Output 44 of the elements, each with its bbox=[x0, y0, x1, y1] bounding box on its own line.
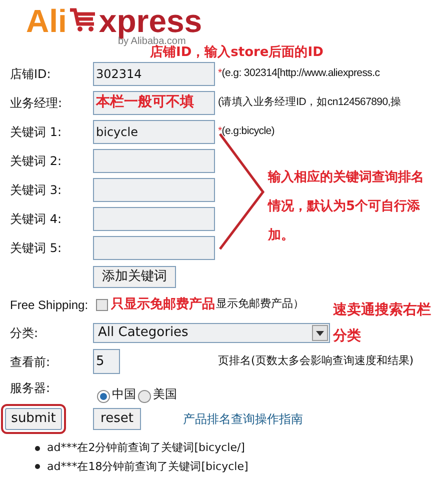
text-field[interactable] bbox=[93, 206, 215, 230]
annotation-text: 速卖通搜索右栏分类 bbox=[333, 301, 432, 346]
field-label: Free Shipping: bbox=[9, 296, 90, 314]
recent-query: ad***在18分钟前查询了关键词[bicycle] bbox=[47, 458, 248, 474]
field-label: 分类: bbox=[9, 324, 40, 342]
checkbox-label: 显示免邮费产品） bbox=[216, 296, 304, 312]
text-field[interactable]: 302314 bbox=[93, 62, 215, 86]
field-label: 关键词 4: bbox=[9, 210, 62, 228]
required-mark: * bbox=[218, 124, 222, 139]
annotation-text: 输入相应的关键词查询排名情况，默认为5个可自行添加。 bbox=[268, 168, 425, 245]
recent-query: ad***在2分钟前查询了关键词[bicycle/] bbox=[47, 440, 245, 456]
field-label: 关键词 5: bbox=[9, 240, 62, 256]
text-field[interactable] bbox=[93, 178, 215, 202]
field-label: 查看前: bbox=[9, 354, 52, 370]
logo-text: Ali bbox=[26, 6, 67, 36]
bullet-icon bbox=[35, 464, 40, 470]
radio-label: 中国 bbox=[112, 386, 136, 403]
required-mark: * bbox=[218, 66, 222, 81]
radio-button[interactable] bbox=[138, 390, 151, 403]
field-label: 服务器: bbox=[9, 380, 52, 397]
field-label: 业务经理: bbox=[9, 94, 64, 112]
bullet-icon bbox=[35, 446, 40, 451]
text-field[interactable]: bicycle bbox=[93, 120, 215, 144]
add-keyword-button[interactable]: 添加关键词 bbox=[93, 266, 176, 288]
field-hint: (e.g:bicycle) bbox=[222, 124, 274, 139]
category-dropdown[interactable]: All Categories bbox=[93, 322, 330, 342]
text-field[interactable]: 本栏一般可不填 bbox=[93, 90, 215, 114]
checkbox[interactable] bbox=[96, 298, 108, 310]
annotation-text: 店铺ID，输入store后面的ID bbox=[150, 46, 324, 60]
field-label: 店铺ID: bbox=[9, 66, 52, 82]
field-label: 关键词 3: bbox=[9, 182, 62, 198]
field-label: 关键词 2: bbox=[9, 152, 62, 170]
pages-field[interactable]: 5 bbox=[93, 349, 120, 374]
field-hint: (请填入业务经理ID，如cn124567890,操 bbox=[218, 94, 402, 110]
field-label: 关键词 1: bbox=[9, 124, 62, 140]
radio-label: 美国 bbox=[153, 386, 177, 403]
reset-button[interactable]: reset bbox=[93, 408, 141, 430]
guide-link[interactable]: 产品排名查询操作指南 bbox=[183, 410, 303, 428]
text-field[interactable] bbox=[93, 148, 215, 172]
radio-button[interactable] bbox=[97, 390, 110, 403]
field-hint: (e.g: 302314[http://www.aliexpress.c bbox=[222, 66, 380, 81]
annotation-text: 只显示免邮费产品 bbox=[111, 296, 215, 314]
text-field[interactable] bbox=[93, 236, 215, 260]
pages-suffix: 页排名(页数太多会影响查询速度和结果) bbox=[218, 353, 414, 370]
